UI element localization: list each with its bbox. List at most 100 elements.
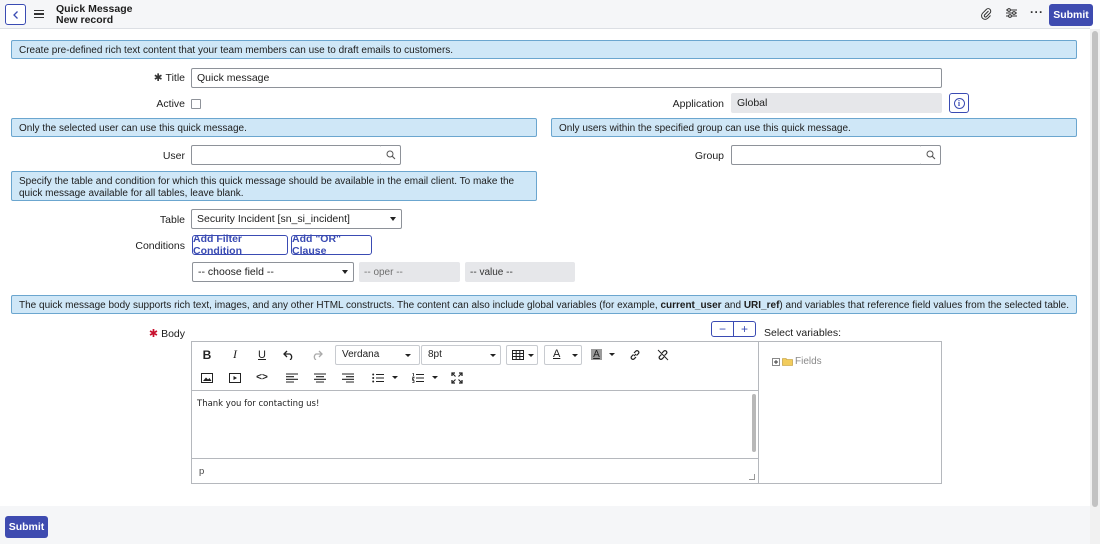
active-checkbox[interactable] <box>191 99 201 109</box>
image-icon <box>201 372 213 383</box>
page-subtitle: New record <box>56 14 114 26</box>
intro-info: Create pre-defined rich text content tha… <box>11 40 1077 59</box>
back-button[interactable] <box>5 4 26 25</box>
italic-button[interactable]: I <box>228 346 242 363</box>
application-field: Global <box>731 93 942 113</box>
submit-button-bottom[interactable]: Submit <box>5 516 48 538</box>
font-family-value: Verdana <box>342 349 380 360</box>
table-label: Table <box>159 214 185 226</box>
table-info: Specify the table and condition for whic… <box>11 171 537 201</box>
info-icon: i <box>953 97 965 109</box>
bold-button[interactable]: B <box>200 346 214 363</box>
video-icon <box>229 372 241 383</box>
rich-text-editor: B I U Verdana 8pt A A <> Thank you for c… <box>191 341 759 484</box>
user-search-button[interactable] <box>381 145 401 165</box>
group-input[interactable] <box>731 145 922 165</box>
user-info: Only the selected user can use this quic… <box>11 118 537 137</box>
active-label: Active <box>156 98 185 110</box>
underline-button[interactable]: U <box>255 346 269 363</box>
chevron-down-icon <box>390 217 396 221</box>
variables-panel: Fields <box>758 341 942 484</box>
code-icon: <> <box>256 372 268 383</box>
background-color-button[interactable]: A <box>588 345 618 363</box>
align-left-icon <box>286 372 298 383</box>
redo-icon <box>313 350 323 360</box>
submit-button-top[interactable]: Submit <box>1049 4 1093 26</box>
font-family-select[interactable]: Verdana <box>335 345 420 365</box>
page-scrollbar[interactable] <box>1090 29 1100 544</box>
user-label: User <box>162 150 185 162</box>
align-right-button[interactable] <box>341 369 355 386</box>
link-icon <box>630 349 640 360</box>
add-or-clause-button[interactable]: Add "OR" Clause <box>291 233 372 257</box>
chevron-down-icon <box>392 376 398 379</box>
body-info: The quick message body supports rich tex… <box>11 295 1077 314</box>
search-icon <box>926 150 935 160</box>
choose-field-value: -- choose field -- <box>198 266 274 278</box>
bullet-list-button[interactable] <box>369 369 401 386</box>
back-icon <box>12 10 18 19</box>
application-info-button[interactable]: i <box>949 93 969 113</box>
toolbar-row-1: B I U Verdana 8pt A A <box>192 343 758 366</box>
remove-link-button[interactable] <box>656 346 670 363</box>
form-footer <box>0 506 1090 544</box>
body-label: ✱ Body <box>148 328 185 340</box>
editor-size-controls: − + <box>711 321 756 337</box>
redo-button[interactable] <box>310 346 324 363</box>
fullscreen-icon <box>451 371 463 384</box>
group-label: Group <box>694 150 724 162</box>
operator-select[interactable]: -- oper -- <box>359 262 460 282</box>
chevron-down-icon <box>405 354 411 357</box>
table-insert-button[interactable] <box>506 345 538 365</box>
source-code-button[interactable]: <> <box>255 369 269 386</box>
undo-icon <box>283 350 293 360</box>
chevron-down-icon <box>432 376 438 379</box>
editor-element-path: p <box>199 466 205 477</box>
editor-content-area[interactable]: Thank you for contacting us! <box>192 390 758 459</box>
bullet-list-icon <box>372 373 384 382</box>
insert-image-button[interactable] <box>200 369 214 386</box>
font-size-value: 8pt <box>428 349 442 360</box>
shrink-editor-button[interactable]: − <box>712 322 734 336</box>
form-header: Quick Message New record ··· Submit <box>0 0 1093 29</box>
text-color-icon: A <box>553 348 561 360</box>
value-field[interactable]: -- value -- <box>465 262 575 282</box>
unlink-icon <box>657 349 669 360</box>
folder-icon <box>782 358 793 366</box>
expand-icon[interactable] <box>772 357 780 366</box>
title-input[interactable]: Quick message <box>191 68 942 88</box>
undo-button[interactable] <box>282 346 296 363</box>
conditions-label: Conditions <box>135 240 185 252</box>
editor-scrollbar[interactable] <box>752 394 756 452</box>
more-icon[interactable]: ··· <box>1030 5 1044 19</box>
fields-tree-node[interactable]: Fields <box>772 356 822 367</box>
text-color-button[interactable]: A <box>544 345 582 365</box>
user-input[interactable] <box>191 145 382 165</box>
resize-handle-icon[interactable] <box>749 474 755 480</box>
group-search-button[interactable] <box>921 145 941 165</box>
chevron-down-icon <box>528 354 534 357</box>
align-right-icon <box>342 372 354 383</box>
font-size-select[interactable]: 8pt <box>421 345 501 365</box>
numbered-list-button[interactable] <box>409 369 441 386</box>
add-filter-condition-button[interactable]: Add Filter Condition <box>192 233 288 257</box>
chevron-down-icon <box>608 352 615 356</box>
table-select[interactable]: Security Incident [sn_si_incident] <box>191 209 402 229</box>
menu-icon[interactable] <box>34 7 44 21</box>
align-left-button[interactable] <box>285 369 299 386</box>
search-icon <box>386 150 395 160</box>
select-variables-label: Select variables: <box>764 327 842 339</box>
table-select-value: Security Incident [sn_si_incident] <box>197 213 350 225</box>
choose-field-select[interactable]: -- choose field -- <box>192 262 354 282</box>
fullscreen-button[interactable] <box>450 369 464 386</box>
toolbar-row-2: <> <box>192 366 758 389</box>
insert-video-button[interactable] <box>228 369 242 386</box>
grow-editor-button[interactable]: + <box>734 322 755 336</box>
align-center-icon <box>314 372 326 383</box>
insert-link-button[interactable] <box>628 346 642 363</box>
group-info: Only users within the specified group ca… <box>551 118 1077 137</box>
align-center-button[interactable] <box>313 369 327 386</box>
attachment-icon[interactable] <box>980 7 992 23</box>
settings-icon[interactable] <box>1005 7 1018 22</box>
fields-node-label: Fields <box>795 356 822 367</box>
